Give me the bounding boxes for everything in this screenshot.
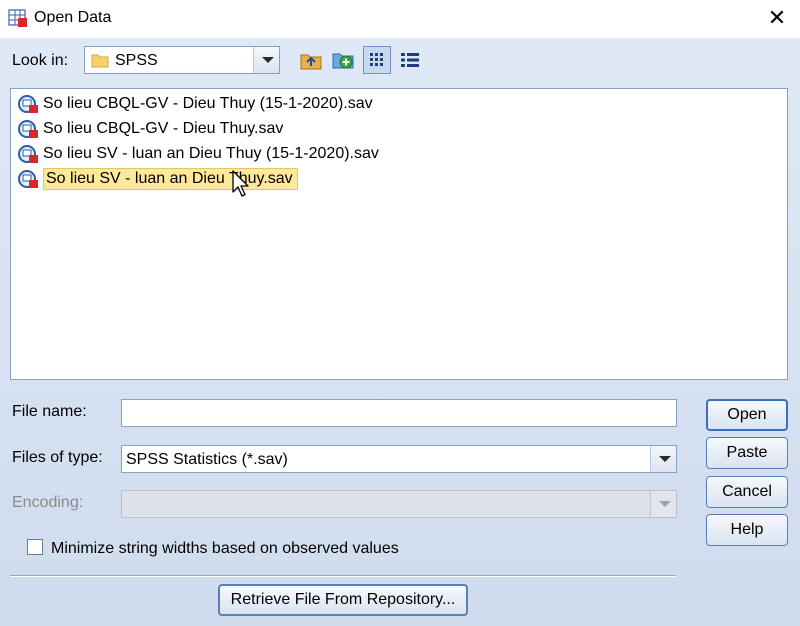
sav-file-icon <box>17 144 39 164</box>
minimize-string-widths-checkbox[interactable] <box>27 539 43 555</box>
encoding-dropdown <box>121 490 677 518</box>
sav-file-icon <box>17 119 39 139</box>
files-of-type-label: Files of type: <box>12 449 103 466</box>
files-of-type-value: SPSS Statistics (*.sav) <box>126 451 288 468</box>
close-icon[interactable]: ✕ <box>764 4 790 32</box>
file-list[interactable]: So lieu CBQL-GV - Dieu Thuy (15-1-2020).… <box>10 88 788 380</box>
file-name-label: File name: <box>12 403 87 420</box>
files-of-type-dropdown[interactable]: SPSS Statistics (*.sav) <box>121 445 677 473</box>
open-data-dialog: Open Data ✕ Look in: SPSS So lieu CBQL-G… <box>0 0 800 626</box>
file-name-label: So lieu CBQL-GV - Dieu Thuy.sav <box>43 120 284 137</box>
title-bar: Open Data ✕ <box>0 0 800 38</box>
folder-icon <box>91 52 109 68</box>
file-name-label: So lieu SV - luan an Dieu Thuy (15-1-202… <box>43 145 379 162</box>
look-in-value: SPSS <box>115 52 158 69</box>
minimize-string-widths-label: Minimize string widths based on observed… <box>51 540 399 557</box>
look-in-label: Look in: <box>12 52 69 69</box>
spss-data-icon <box>8 8 28 28</box>
file-name-label: So lieu SV - luan an Dieu Thuy.sav <box>43 168 298 190</box>
sav-file-icon <box>17 94 39 114</box>
mouse-pointer-icon <box>232 170 250 203</box>
dialog-title: Open Data <box>34 9 112 26</box>
file-name-label: So lieu CBQL-GV - Dieu Thuy (15-1-2020).… <box>43 95 373 112</box>
chevron-down-icon[interactable] <box>650 446 676 472</box>
retrieve-from-repository-button[interactable]: Retrieve File From Repository... <box>218 584 468 616</box>
chevron-down-icon <box>650 491 676 517</box>
list-view-icon[interactable] <box>363 46 391 74</box>
details-view-icon[interactable] <box>396 46 424 74</box>
sav-file-icon <box>17 169 39 189</box>
help-button[interactable]: Help <box>706 514 788 546</box>
look-in-dropdown[interactable]: SPSS <box>84 46 280 74</box>
up-one-level-icon[interactable] <box>297 46 325 74</box>
encoding-label: Encoding: <box>12 494 84 511</box>
chevron-down-icon[interactable] <box>253 47 279 73</box>
paste-button[interactable]: Paste <box>706 437 788 469</box>
separator <box>10 575 676 577</box>
open-button[interactable]: Open <box>706 399 788 431</box>
file-name-field[interactable] <box>121 399 677 427</box>
cancel-button[interactable]: Cancel <box>706 476 788 508</box>
new-folder-icon[interactable] <box>330 46 358 74</box>
